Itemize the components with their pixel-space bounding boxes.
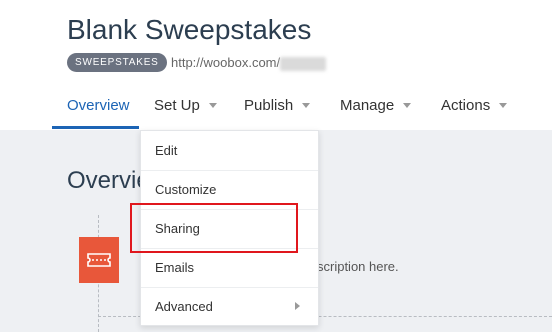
campaign-tabs: Overview Set Up Publish Manage Actions xyxy=(0,88,552,130)
menu-item-advanced[interactable]: Advanced xyxy=(141,287,318,326)
campaign-url[interactable]: http://woobox.com/ xyxy=(171,55,280,70)
menu-item-edit[interactable]: Edit xyxy=(141,131,318,170)
menu-item-emails-label: Emails xyxy=(155,260,195,275)
redacted-url-segment xyxy=(280,57,326,71)
tab-publish[interactable]: Publish xyxy=(244,88,311,128)
campaign-title: Blank Sweepstakes xyxy=(67,14,312,45)
ticket-icon xyxy=(87,253,111,267)
tab-actions-label: Actions xyxy=(441,97,491,114)
tab-publish-label: Publish xyxy=(244,97,294,114)
campaign-type-badge: SWEEPSTAKES xyxy=(67,53,167,72)
sharing-highlight-box xyxy=(130,203,298,253)
tab-manage-label: Manage xyxy=(340,97,395,114)
tab-set-up-label: Set Up xyxy=(154,97,200,114)
ticket-tile xyxy=(79,237,119,283)
menu-item-customize-label: Customize xyxy=(155,182,217,197)
campaign-header: Blank Sweepstakes SWEEPSTAKES http://woo… xyxy=(0,0,552,130)
tab-actions[interactable]: Actions xyxy=(441,88,508,128)
tab-manage[interactable]: Manage xyxy=(340,88,412,128)
tab-set-up[interactable]: Set Up xyxy=(154,88,217,128)
menu-item-edit-label: Edit xyxy=(155,143,178,158)
chevron-down-icon xyxy=(208,102,217,108)
chevron-down-icon xyxy=(403,102,412,108)
tab-overview-label: Overview xyxy=(67,97,130,114)
menu-item-advanced-label: Advanced xyxy=(155,299,213,314)
chevron-right-icon xyxy=(295,302,300,310)
active-tab-indicator xyxy=(52,126,139,129)
campaign-description: scription here. xyxy=(317,259,399,274)
menu-item-emails[interactable]: Emails xyxy=(141,248,318,287)
chevron-down-icon xyxy=(302,102,311,108)
chevron-down-icon xyxy=(499,102,508,108)
tab-overview[interactable]: Overview xyxy=(67,88,130,128)
